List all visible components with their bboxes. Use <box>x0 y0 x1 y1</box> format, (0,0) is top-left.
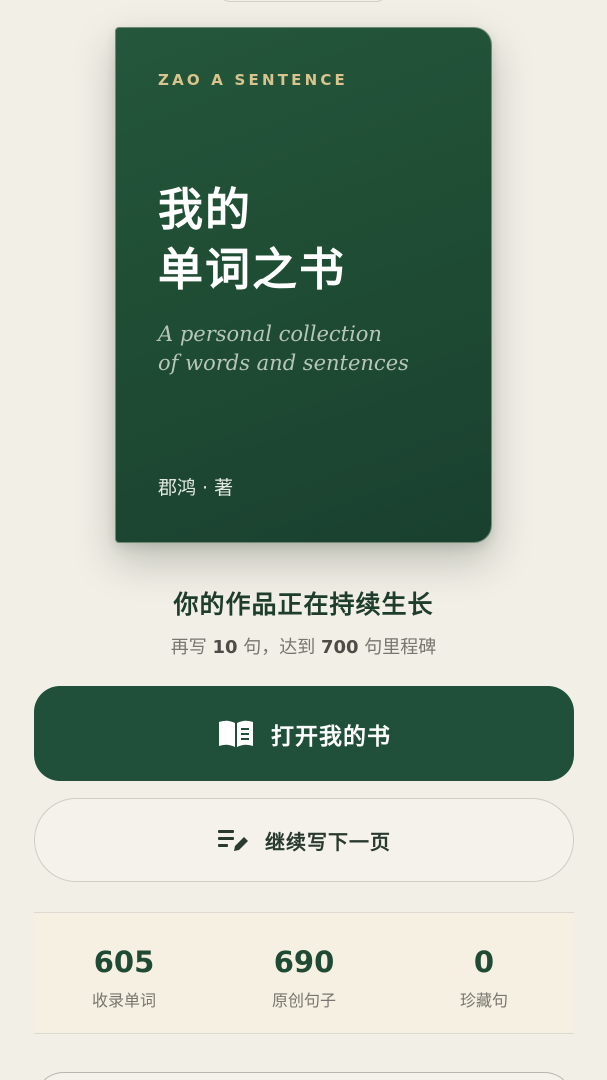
book-subtitle-line-2: of words and sentences <box>158 351 409 375</box>
book-open-icon <box>217 719 255 749</box>
edit-lines-icon <box>217 826 249 854</box>
home-screen: ZAO A SENTENCE 我的 单词之书 A personal collec… <box>0 0 607 1080</box>
top-card-edge <box>218 0 388 2</box>
subline-suffix: 句里程碑 <box>358 637 437 658</box>
stat-value: 690 <box>273 945 335 979</box>
stat-label: 珍藏句 <box>459 991 508 1010</box>
remaining-count: 10 <box>212 637 238 658</box>
continue-writing-button[interactable]: 继续写下一页 <box>34 798 574 882</box>
book-title-line-2: 单词之书 <box>158 243 347 296</box>
stat-words: 605 收录单词 <box>34 913 214 1033</box>
book-subtitle-line-1: A personal collection <box>158 322 382 346</box>
book-cover[interactable]: ZAO A SENTENCE 我的 单词之书 A personal collec… <box>115 27 492 543</box>
progress-headline: 你的作品正在持续生长 <box>173 590 434 619</box>
subline-middle: 句，达到 <box>237 637 321 658</box>
book-subtitle: A personal collection of words and sente… <box>158 320 409 378</box>
stat-favorites: 0 珍藏句 <box>394 913 574 1033</box>
stats-panel: 605 收录单词 690 原创句子 0 珍藏句 <box>34 912 574 1034</box>
bottom-card-edge[interactable] <box>34 1072 574 1080</box>
stat-value: 605 <box>93 945 155 979</box>
book-title-line-1: 我的 <box>158 183 253 236</box>
milestone-count: 700 <box>320 637 359 658</box>
stat-value: 0 <box>473 945 495 979</box>
open-book-label: 打开我的书 <box>271 723 391 750</box>
subline-prefix: 再写 <box>170 637 213 658</box>
stat-sentences: 690 原创句子 <box>214 913 394 1033</box>
book-eyebrow: ZAO A SENTENCE <box>158 71 348 89</box>
continue-writing-label: 继续写下一页 <box>265 829 391 854</box>
book-title: 我的 单词之书 <box>158 180 346 300</box>
stat-label: 收录单词 <box>91 991 156 1010</box>
progress-subline: 再写 10 句，达到 700 句里程碑 <box>0 633 607 659</box>
open-book-button[interactable]: 打开我的书 <box>34 686 574 781</box>
stat-label: 原创句子 <box>271 991 336 1010</box>
book-author: 郡鸿 · 著 <box>158 477 234 499</box>
